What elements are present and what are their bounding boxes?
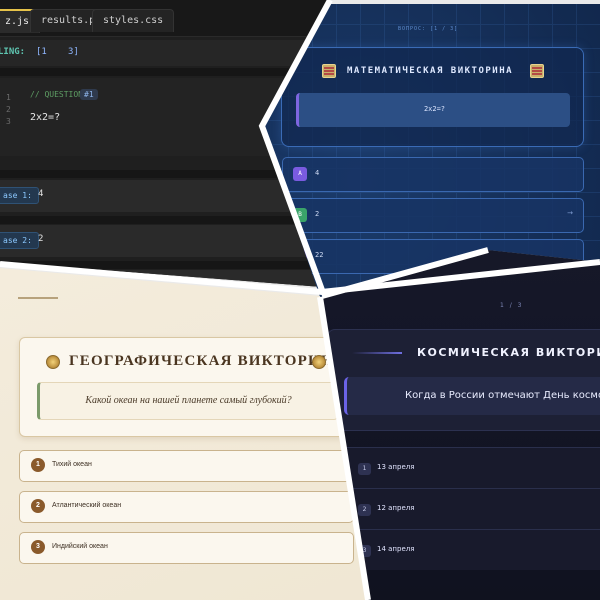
globe-seal-icon	[46, 355, 60, 369]
case-row[interactable]: ase 2: 2	[0, 225, 330, 257]
loading-status-bar: LING: [1 3]	[0, 40, 330, 66]
question-text: Когда в России отмечают День космонавтик…	[405, 390, 600, 401]
editor-tab-bar: z.js results.py styles.css	[0, 0, 330, 37]
arrow-right-icon: →	[567, 209, 573, 217]
answer-option-2[interactable]: 2 12 апреля	[336, 488, 600, 529]
option-number-badge: 1	[31, 458, 45, 472]
question-text: Какой океан на нашей планете самый глубо…	[85, 395, 292, 406]
option-text: 12 апреля	[377, 504, 415, 512]
option-text: 14 апреля	[377, 545, 415, 553]
quiz-title: КОСМИЧЕСКАЯ ВИКТОРИНА	[417, 346, 600, 359]
answer-option-3[interactable]: 3 14 апреля	[336, 529, 600, 570]
divider	[0, 216, 330, 224]
line-number: 3	[6, 117, 11, 126]
abacus-icon	[530, 64, 544, 78]
answer-option-2[interactable]: 2 Атлантический океан	[19, 491, 354, 523]
answer-option-a[interactable]: A 4	[282, 157, 584, 192]
option-text: 13 апреля	[377, 463, 415, 471]
tab-styles-css[interactable]: styles.css	[92, 9, 175, 32]
quiz-title: ГЕОГРАФИЧЕСКАЯ ВИКТОРИНА	[69, 353, 346, 369]
option-text: Индийский океан	[52, 543, 108, 550]
decorative-line	[352, 352, 402, 354]
answer-option-1[interactable]: 1 13 апреля	[336, 447, 600, 488]
decorative-line	[18, 297, 58, 299]
answer-option-1[interactable]: 1 Тихий океан	[19, 450, 354, 482]
abacus-icon	[322, 64, 336, 78]
case-label: ase 2:	[0, 232, 39, 249]
question-number-badge: #1	[80, 89, 98, 100]
option-text: 4	[315, 169, 320, 177]
option-number-badge: 2	[31, 499, 45, 513]
question-box: Какой океан на нашей планете самый глубо…	[37, 382, 338, 420]
option-number-badge: 2	[358, 504, 371, 516]
code-comment: // QUESTION	[30, 90, 83, 99]
case-value: 4	[38, 189, 44, 199]
line-number: 2	[6, 105, 11, 114]
divider	[0, 68, 330, 76]
question-counter: 1 / 3	[500, 302, 524, 309]
loading-progress: [1	[36, 47, 47, 57]
question-box: 2x2=?	[296, 93, 570, 127]
question-text: 2x2=?	[423, 105, 446, 113]
divider	[0, 261, 330, 269]
answer-option-b[interactable]: B 2 →	[282, 198, 584, 233]
option-number-badge: 3	[31, 540, 45, 554]
quiz-title: МАТЕМАТИЧЕСКАЯ ВИКТОРИНА	[347, 66, 514, 76]
code-question-text: 2x2=?	[30, 112, 61, 123]
question-box: Когда в России отмечают День космонавтик…	[344, 377, 600, 415]
option-text: Тихий океан	[52, 461, 92, 468]
case-value: 2	[38, 234, 44, 244]
case-label: ase 1:	[0, 187, 39, 204]
tab-label: z.js	[5, 16, 30, 27]
loading-total: 3]	[68, 47, 79, 57]
option-text: 22	[315, 251, 324, 259]
option-text: Атлантический океан	[52, 502, 122, 509]
answer-option-3[interactable]: 3 Индийский океан	[19, 532, 354, 564]
question-counter: ВОПРОС: [1 / 3]	[398, 26, 459, 32]
loading-label: LING:	[0, 47, 26, 57]
line-number: 1	[6, 93, 11, 102]
globe-seal-icon	[312, 355, 326, 369]
option-number-badge: 1	[358, 463, 371, 475]
option-letter-badge: B	[293, 208, 307, 222]
option-letter-badge: A	[293, 167, 307, 181]
option-text: 2	[315, 210, 320, 218]
tab-label: styles.css	[103, 15, 164, 26]
